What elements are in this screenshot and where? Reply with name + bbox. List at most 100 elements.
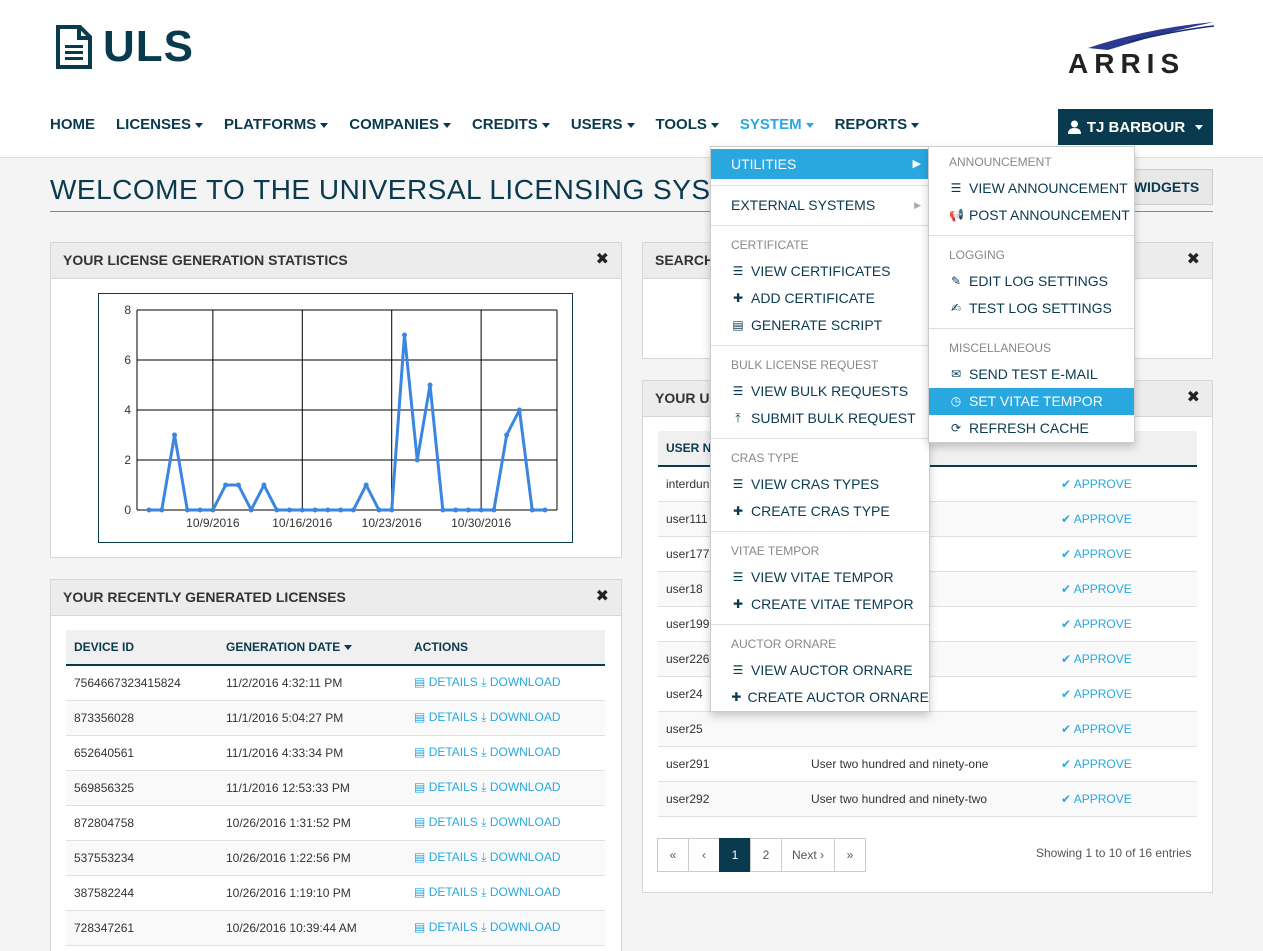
- prev-page-button[interactable]: ‹: [688, 838, 720, 872]
- nav-item-platforms[interactable]: PLATFORMS: [224, 110, 329, 140]
- chevron-down-icon: [195, 122, 204, 128]
- download-link[interactable]: ⤓ DOWNLOAD: [481, 780, 560, 794]
- nav-item-system[interactable]: SYSTEM: [740, 110, 814, 140]
- menu-item-label: VIEW AUCTOR ORNARE: [751, 662, 913, 678]
- close-icon[interactable]: ✖: [1187, 381, 1200, 415]
- check-circle-icon: ✔: [1061, 546, 1072, 561]
- details-link[interactable]: ▤ DETAILS: [414, 815, 478, 829]
- approve-link[interactable]: ✔ APPROVE: [1061, 652, 1132, 666]
- details-link[interactable]: ▤ DETAILS: [414, 780, 478, 794]
- caret-right-icon: ▶: [912, 157, 921, 170]
- close-icon[interactable]: ✖: [596, 243, 609, 277]
- approve-label: APPROVE: [1073, 686, 1132, 701]
- menu-item-view-certificates[interactable]: ☰ VIEW CERTIFICATES: [711, 258, 929, 285]
- nav-item-reports[interactable]: REPORTS: [835, 110, 920, 140]
- menu-item-refresh-cache[interactable]: ⟳ REFRESH CACHE: [929, 415, 1134, 442]
- approve-link[interactable]: ✔ APPROVE: [1061, 687, 1132, 701]
- y-tick-label: 6: [124, 353, 131, 367]
- data-point: [401, 332, 407, 338]
- close-icon[interactable]: ✖: [1187, 243, 1200, 277]
- chevron-down-icon: [626, 122, 635, 128]
- details-link[interactable]: ▤ DETAILS: [414, 675, 478, 689]
- menu-item-add-certificate[interactable]: ✚ ADD CERTIFICATE: [711, 285, 929, 312]
- download-link[interactable]: ⤓ DOWNLOAD: [481, 920, 560, 934]
- y-tick-label: 4: [124, 403, 131, 417]
- stats-panel-title: YOUR LICENSE GENERATION STATISTICS: [63, 252, 348, 268]
- row-action: ✔ APPROVE: [1053, 676, 1197, 712]
- column-header-device-id[interactable]: DEVICE ID: [66, 630, 218, 666]
- next-page-button[interactable]: Next ›: [781, 838, 836, 872]
- download-label: DOWNLOAD: [489, 850, 561, 864]
- menu-item-view-auctor-ornare[interactable]: ☰ VIEW AUCTOR ORNARE: [711, 657, 929, 684]
- menu-item-submit-bulk-request[interactable]: ⤒ SUBMIT BULK REQUEST: [711, 405, 929, 432]
- download-link[interactable]: ⤓ DOWNLOAD: [481, 815, 560, 829]
- nav-item-licenses[interactable]: LICENSES: [116, 110, 204, 140]
- approve-link[interactable]: ✔ APPROVE: [1061, 722, 1132, 736]
- approve-link[interactable]: ✔ APPROVE: [1061, 512, 1132, 526]
- app-logo[interactable]: ULS: [55, 22, 194, 72]
- approve-link[interactable]: ✔ APPROVE: [1061, 792, 1132, 806]
- menu-item-external-systems[interactable]: EXTERNAL SYSTEMS ▶: [711, 192, 929, 219]
- menu-item-label: GENERATE SCRIPT: [751, 317, 883, 333]
- menu-item-view-vitae-tempor[interactable]: ☰ VIEW VITAE TEMPOR: [711, 564, 929, 591]
- details-label: DETAILS: [428, 920, 478, 934]
- download-label: DOWNLOAD: [489, 815, 561, 829]
- menu-item-post-announcement[interactable]: 📢 POST ANNOUNCEMENT: [929, 202, 1134, 229]
- download-link[interactable]: ⤓ DOWNLOAD: [481, 710, 560, 724]
- menu-item-create-vitae-tempor[interactable]: ✚ CREATE VITAE TEMPOR: [711, 591, 929, 618]
- nav-item-companies[interactable]: COMPANIES: [349, 110, 451, 140]
- user-menu-button[interactable]: TJ BARBOUR: [1058, 109, 1213, 145]
- menu-item-view-bulk-requests[interactable]: ☰ VIEW BULK REQUESTS: [711, 378, 929, 405]
- details-link[interactable]: ▤ DETAILS: [414, 745, 478, 759]
- approve-link[interactable]: ✔ APPROVE: [1061, 757, 1132, 771]
- approve-label: APPROVE: [1073, 476, 1132, 491]
- edit-icon: ✍: [950, 301, 962, 315]
- download-link[interactable]: ⤓ DOWNLOAD: [481, 745, 560, 759]
- row-actions: ▤ DETAILS ⤓ DOWNLOAD: [406, 840, 605, 876]
- menu-item-view-cras-types[interactable]: ☰ VIEW CRAS TYPES: [711, 471, 929, 498]
- menu-item-generate-script[interactable]: ▤ GENERATE SCRIPT: [711, 312, 929, 339]
- nav-item-credits[interactable]: CREDITS: [472, 110, 550, 140]
- check-circle-icon: ✔: [1061, 791, 1072, 806]
- menu-item-test-log-settings[interactable]: ✍ TEST LOG SETTINGS: [929, 295, 1134, 322]
- row-action: ✔ APPROVE: [1053, 781, 1197, 817]
- device-id: 652640561: [66, 735, 218, 771]
- last-page-button[interactable]: »: [834, 838, 867, 872]
- column-header-generation-date[interactable]: GENERATION DATE: [218, 630, 406, 666]
- menu-item-set-vitae-tempor[interactable]: ◷ SET VITAE TEMPOR: [929, 388, 1134, 415]
- nav-item-home[interactable]: HOME: [50, 110, 95, 140]
- menu-item-edit-log-settings[interactable]: ✎ EDIT LOG SETTINGS: [929, 268, 1134, 295]
- approve-link[interactable]: ✔ APPROVE: [1061, 617, 1132, 631]
- nav-item-users[interactable]: USERS: [571, 110, 635, 140]
- menu-item-create-auctor-ornare[interactable]: ✚ CREATE AUCTOR ORNARE: [711, 684, 929, 711]
- row-action: ✔ APPROVE: [1053, 746, 1197, 782]
- details-link[interactable]: ▤ DETAILS: [414, 885, 478, 899]
- menu-item-label: POST ANNOUNCEMENT: [969, 207, 1130, 223]
- menu-item-view-announcement[interactable]: ☰ VIEW ANNOUNCEMENT: [929, 175, 1134, 202]
- menu-item-send-test-e-mail[interactable]: ✉ SEND TEST E-MAIL: [929, 361, 1134, 388]
- approve-link[interactable]: ✔ APPROVE: [1061, 582, 1132, 596]
- download-link[interactable]: ⤓ DOWNLOAD: [481, 675, 560, 689]
- details-link[interactable]: ▤ DETAILS: [414, 850, 478, 864]
- plus-icon: ✚: [732, 597, 744, 611]
- nav-item-tools[interactable]: TOOLS: [656, 110, 719, 140]
- approve-link[interactable]: ✔ APPROVE: [1061, 477, 1132, 491]
- download-link[interactable]: ⤓ DOWNLOAD: [481, 850, 560, 864]
- approve-link[interactable]: ✔ APPROVE: [1061, 547, 1132, 561]
- table-row: 537553234 10/26/2016 1:22:56 PM ▤ DETAILS …: [66, 840, 605, 876]
- chevron-down-icon: [320, 122, 329, 128]
- page-2-button[interactable]: 2: [750, 838, 782, 872]
- table-row: 872804758 10/26/2016 1:31:52 PM ▤ DETAILS …: [66, 805, 605, 841]
- first-page-button[interactable]: «: [657, 838, 689, 872]
- details-link[interactable]: ▤ DETAILS: [414, 920, 478, 934]
- user-name: user292: [658, 781, 803, 817]
- page-1-button[interactable]: 1: [719, 838, 751, 872]
- download-link[interactable]: ⤓ DOWNLOAD: [481, 885, 560, 899]
- chevron-down-icon: [710, 122, 719, 128]
- app-name: ULS: [103, 22, 194, 71]
- generation-date: 11/1/2016 4:33:34 PM: [218, 735, 406, 771]
- close-icon[interactable]: ✖: [596, 580, 609, 614]
- menu-item-utilities[interactable]: UTILITIES ▶: [711, 149, 929, 179]
- menu-item-create-cras-type[interactable]: ✚ CREATE CRAS TYPE: [711, 498, 929, 525]
- details-link[interactable]: ▤ DETAILS: [414, 710, 478, 724]
